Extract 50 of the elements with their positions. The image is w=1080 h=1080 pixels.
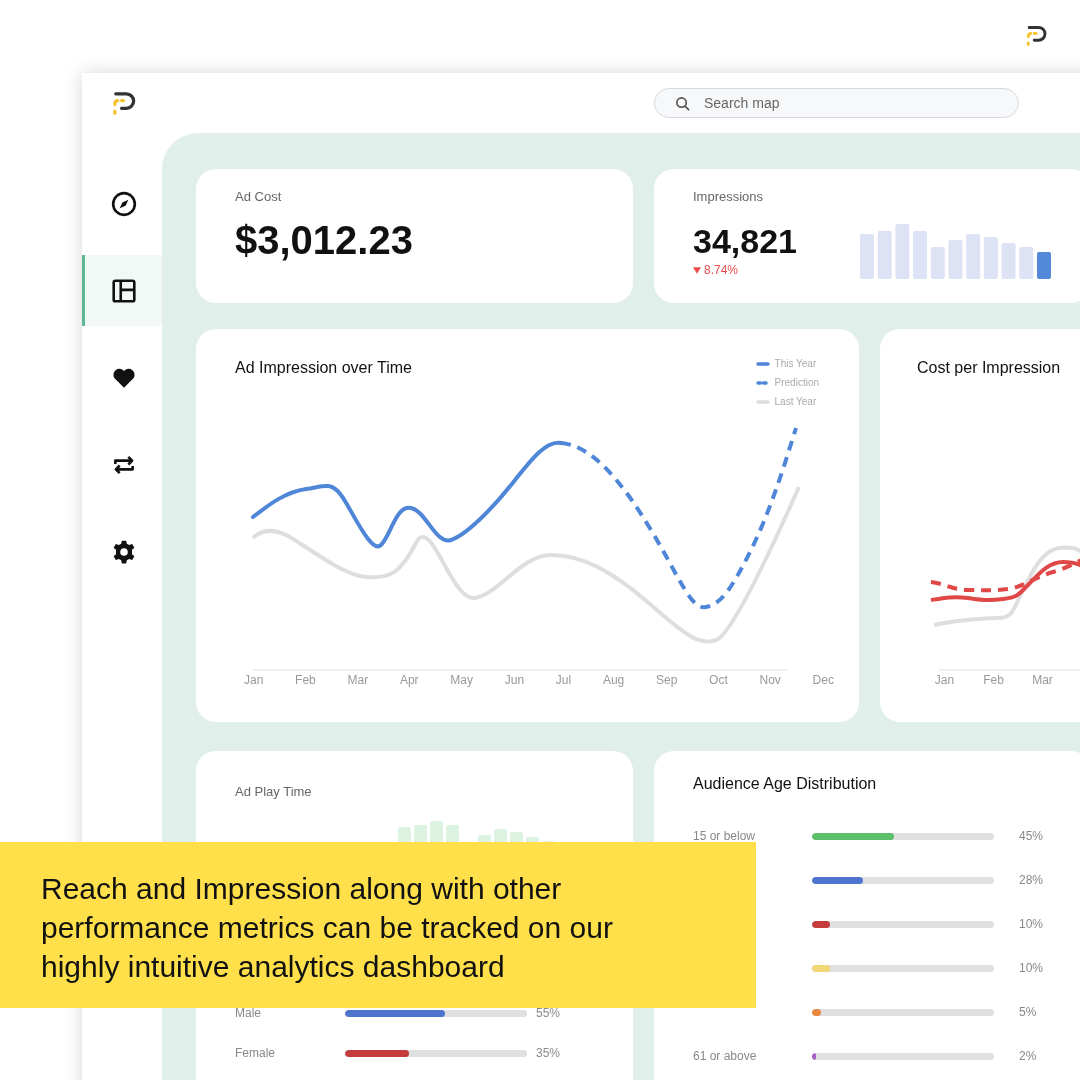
month-label: May xyxy=(450,672,473,688)
legend-label: Last Year xyxy=(774,395,817,409)
month-label: Apr xyxy=(399,672,419,688)
percent-value: 35% xyxy=(536,1046,561,1060)
search-icon xyxy=(675,96,690,111)
compass-icon xyxy=(110,190,137,217)
chart-title: Ad Impression over Time xyxy=(235,359,412,377)
month-label: Feb xyxy=(295,672,316,688)
card-label: Impressions xyxy=(693,189,764,204)
month-label: Aug xyxy=(602,672,625,688)
month-label: Oct xyxy=(709,672,728,688)
percent-value: 28% xyxy=(1019,873,1044,887)
dashed-line-icon xyxy=(755,381,770,385)
logo-icon xyxy=(1024,24,1048,48)
month-label: Mar xyxy=(1031,672,1054,688)
month-label: Nov xyxy=(759,672,781,688)
percent-value: 2% xyxy=(1019,1049,1037,1063)
line-icon xyxy=(755,362,770,366)
card-title: Audience Age Distribution xyxy=(693,775,878,793)
month-label: Jul xyxy=(555,672,572,688)
bar-label: 61 or above xyxy=(693,1049,757,1063)
ad-cost-value: $3,012.23 xyxy=(235,218,413,263)
caption-text: Reach and Impression along with other performance metrics can be tracked on our highly intuitive analytics dashboard xyxy=(41,871,614,985)
logo-icon xyxy=(110,89,137,117)
percent-value: 55% xyxy=(536,1006,561,1020)
percent-value: 45% xyxy=(1019,829,1044,843)
percent-value: 10% xyxy=(1019,917,1044,931)
month-label: Jun xyxy=(504,672,525,688)
bar-label: 15 or below xyxy=(693,829,756,843)
card-label: Ad Cost xyxy=(235,189,282,204)
card-label: Ad Play Time xyxy=(235,784,312,799)
legend-label: Prediction xyxy=(774,376,819,390)
layout-icon xyxy=(110,277,137,304)
chart-title: Cost per Impression xyxy=(917,359,1061,377)
percent-value: 10% xyxy=(1019,961,1044,975)
nav-item[interactable] xyxy=(82,255,162,326)
line-icon xyxy=(755,400,770,404)
impressions-value: 34,821 xyxy=(693,222,797,261)
bar-label: Male xyxy=(235,1006,262,1020)
month-label: Jan xyxy=(244,672,264,688)
bar-label: Female xyxy=(235,1046,276,1060)
month-label: Sep xyxy=(656,672,678,688)
percent-value: 5% xyxy=(1019,1005,1037,1019)
month-label: Feb xyxy=(982,672,1005,688)
month-label: Jan xyxy=(933,672,956,688)
month-label: Mar xyxy=(347,672,369,688)
change-percent: 8.74% xyxy=(704,263,739,277)
month-label: Dec xyxy=(812,672,834,688)
legend-label: This Year xyxy=(774,357,817,371)
search-field[interactable]: Search map xyxy=(654,88,1019,118)
